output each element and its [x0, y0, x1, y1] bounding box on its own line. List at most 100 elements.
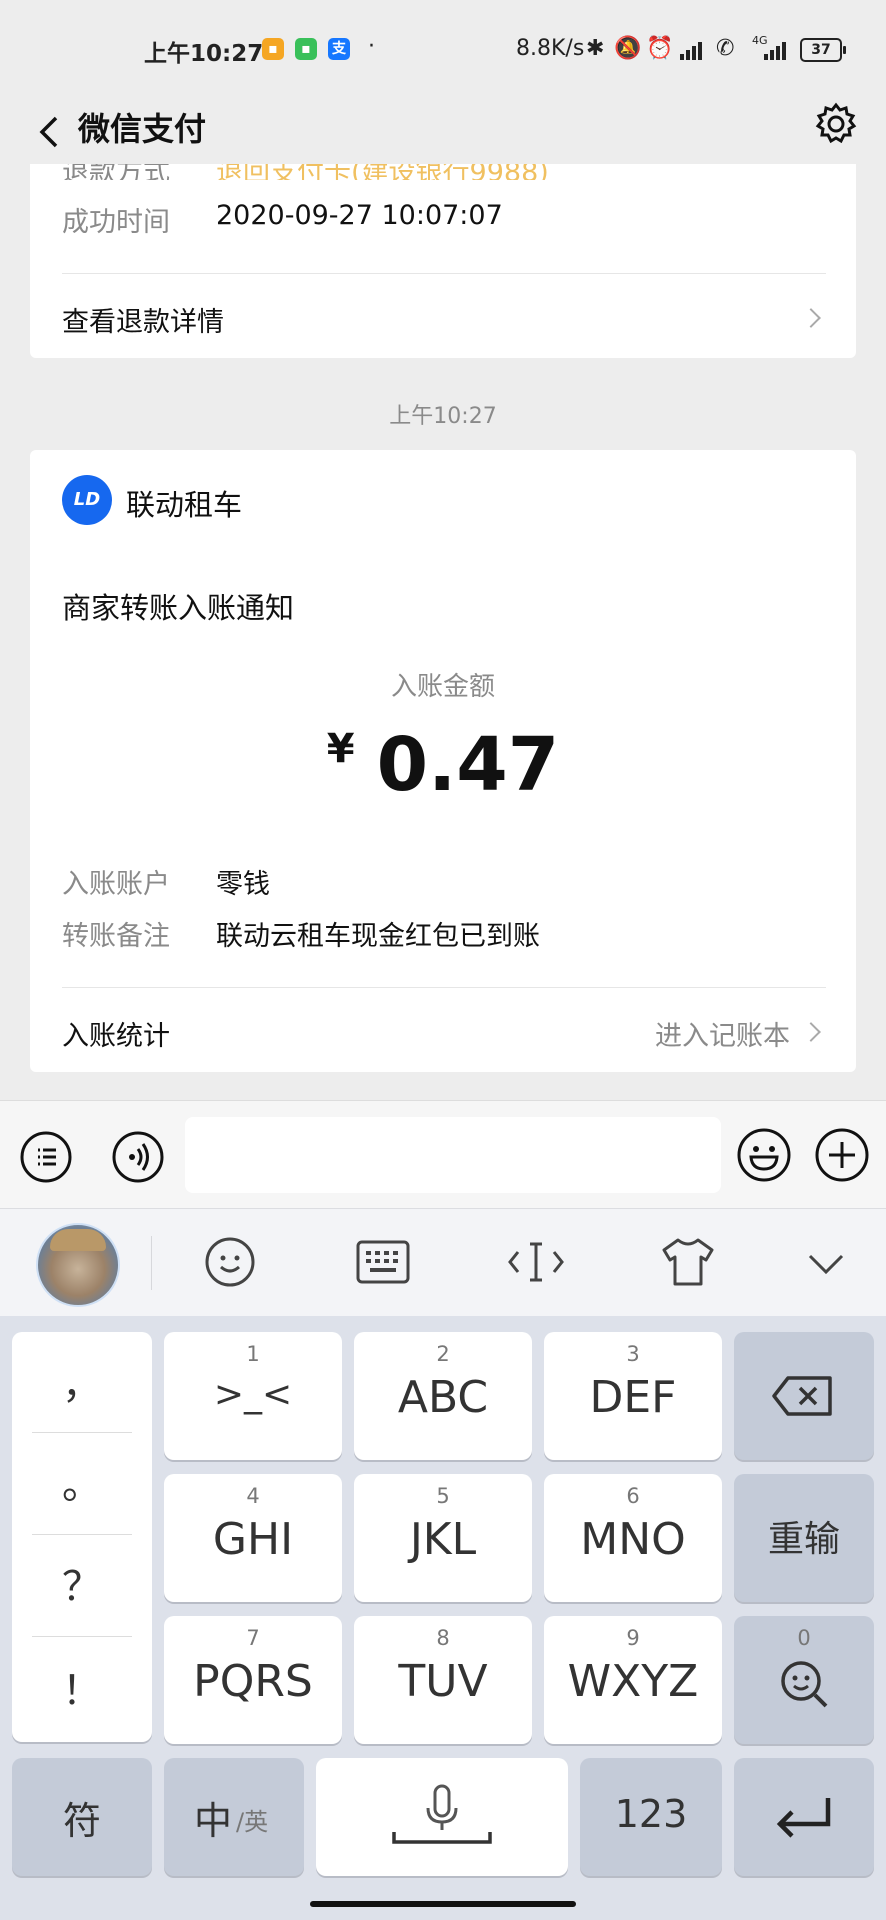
amount-label: 入账金额	[390, 672, 495, 702]
key-9[interactable]: 9 WXYZ	[544, 1616, 722, 1744]
cursor-icon	[508, 1242, 564, 1282]
chevron-right-icon	[801, 308, 821, 328]
key-1[interactable]: 1 >_<	[164, 1332, 342, 1460]
voice-icon	[112, 1131, 164, 1183]
stats-row[interactable]: 入账统计 进入记账本	[62, 996, 826, 1066]
backspace-icon	[772, 1376, 832, 1416]
enter-icon	[776, 1798, 831, 1838]
language-key[interactable]: 中 /英	[164, 1758, 304, 1876]
ledger-link: 进入记账本	[655, 1021, 790, 1052]
key-number: 9	[626, 1626, 640, 1650]
notification-app-icon: ▪	[295, 38, 317, 60]
key-number: 3	[626, 1342, 640, 1366]
chevron-left-icon	[39, 116, 58, 148]
key-8[interactable]: 8 TUV	[354, 1616, 532, 1744]
key-number: 0	[797, 1626, 811, 1650]
message-input[interactable]	[185, 1117, 721, 1193]
key-label: WXYZ	[567, 1656, 699, 1707]
message-timestamp: 上午10:27	[389, 404, 497, 429]
settings-button[interactable]	[810, 98, 862, 150]
key-label: GHI	[212, 1514, 294, 1565]
emoji-panel-button[interactable]	[204, 1236, 256, 1292]
account-value: 零钱	[216, 869, 270, 900]
keyboard-icon	[356, 1240, 410, 1284]
menu-button[interactable]	[20, 1131, 72, 1183]
signal-icon-2	[764, 40, 790, 64]
punctuation-column[interactable]: ， 。 ？ ！	[12, 1332, 152, 1742]
battery-icon: 37	[800, 38, 846, 62]
bluetooth-icon: ✱	[586, 36, 605, 61]
key-number: 5	[436, 1484, 450, 1508]
key-label: DEF	[589, 1372, 677, 1423]
amount-value: 0.47	[376, 722, 560, 808]
emoji-icon	[737, 1128, 791, 1182]
key-4[interactable]: 4 GHI	[164, 1474, 342, 1602]
key-label: 重输	[767, 1519, 840, 1560]
key-label: 符	[62, 1799, 101, 1843]
voice-button[interactable]	[112, 1131, 164, 1183]
avatar[interactable]	[36, 1223, 120, 1307]
remark-label: 转账备注	[62, 921, 170, 952]
cursor-button[interactable]	[508, 1238, 564, 1290]
key-label: PQRS	[193, 1656, 313, 1707]
punct-key-question[interactable]: ？	[12, 1554, 152, 1612]
gear-icon	[815, 102, 857, 144]
space-voice-key[interactable]	[316, 1758, 568, 1876]
key-7[interactable]: 7 PQRS	[164, 1616, 342, 1744]
status-time: 上午10:27	[144, 41, 264, 67]
punct-key-exclaim[interactable]: ！	[12, 1658, 152, 1716]
net-speed: 8.8K/s	[516, 36, 585, 61]
home-indicator[interactable]	[310, 1901, 576, 1907]
remark-value: 联动云租车现金红包已到账	[216, 921, 540, 952]
symbol-key[interactable]: 符	[12, 1758, 152, 1876]
back-button[interactable]	[22, 100, 72, 160]
refund-detail-link[interactable]: 查看退款详情	[62, 282, 826, 352]
microphone-icon	[392, 1784, 492, 1844]
notification-app-icon: ▪	[262, 38, 284, 60]
lang-alt-label: /英	[236, 1808, 269, 1836]
key-number: 4	[246, 1484, 260, 1508]
key-2[interactable]: 2 ABC	[354, 1332, 532, 1460]
smile-icon	[205, 1237, 255, 1287]
key-3[interactable]: 3 DEF	[544, 1332, 722, 1460]
divider	[62, 987, 826, 988]
plus-icon	[815, 1128, 869, 1182]
amount-row: ¥0.47	[0, 722, 886, 808]
mute-icon: 🔕	[614, 36, 642, 61]
key-6[interactable]: 6 MNO	[544, 1474, 722, 1602]
punct-key-comma[interactable]: ，	[12, 1352, 152, 1410]
chevron-down-icon	[808, 1254, 844, 1275]
lang-main-label: 中	[194, 1799, 233, 1843]
more-notifications-dot: ·	[368, 34, 375, 59]
key-number: 6	[626, 1484, 640, 1508]
key-label: MNO	[580, 1514, 686, 1565]
call-icon: ✆	[716, 36, 735, 61]
emoji-button[interactable]	[736, 1127, 792, 1183]
success-time-label: 成功时间	[62, 207, 170, 238]
hide-keyboard-button[interactable]	[806, 1244, 846, 1288]
number-key[interactable]: 123	[580, 1758, 722, 1876]
key-label: >_<	[213, 1374, 293, 1415]
skin-button[interactable]	[660, 1236, 716, 1292]
stats-label: 入账统计	[62, 1021, 170, 1052]
keyboard-switch-button[interactable]	[356, 1240, 410, 1288]
key-label: JKL	[409, 1514, 477, 1565]
backspace-key[interactable]	[734, 1332, 874, 1460]
key-5[interactable]: 5 JKL	[354, 1474, 532, 1602]
status-bar	[0, 0, 886, 100]
signal-icon	[680, 40, 706, 64]
key-number: 7	[246, 1626, 260, 1650]
key-label: 123	[614, 1792, 688, 1836]
avatar-hat	[50, 1229, 106, 1251]
divider	[32, 1432, 132, 1433]
punct-key-period[interactable]: 。	[12, 1452, 152, 1510]
enter-key[interactable]	[734, 1758, 874, 1876]
emoji-search-icon	[781, 1661, 828, 1708]
reenter-key[interactable]: 重输	[734, 1474, 874, 1602]
search-emoji-key[interactable]: 0	[734, 1616, 874, 1744]
success-time-value: 2020-09-27 10:07:07	[216, 200, 503, 231]
toolbar-divider	[151, 1236, 152, 1290]
plus-button[interactable]	[814, 1127, 870, 1183]
notice-title: 商家转账入账通知	[62, 591, 295, 625]
merchant-logo: LD	[62, 475, 112, 525]
